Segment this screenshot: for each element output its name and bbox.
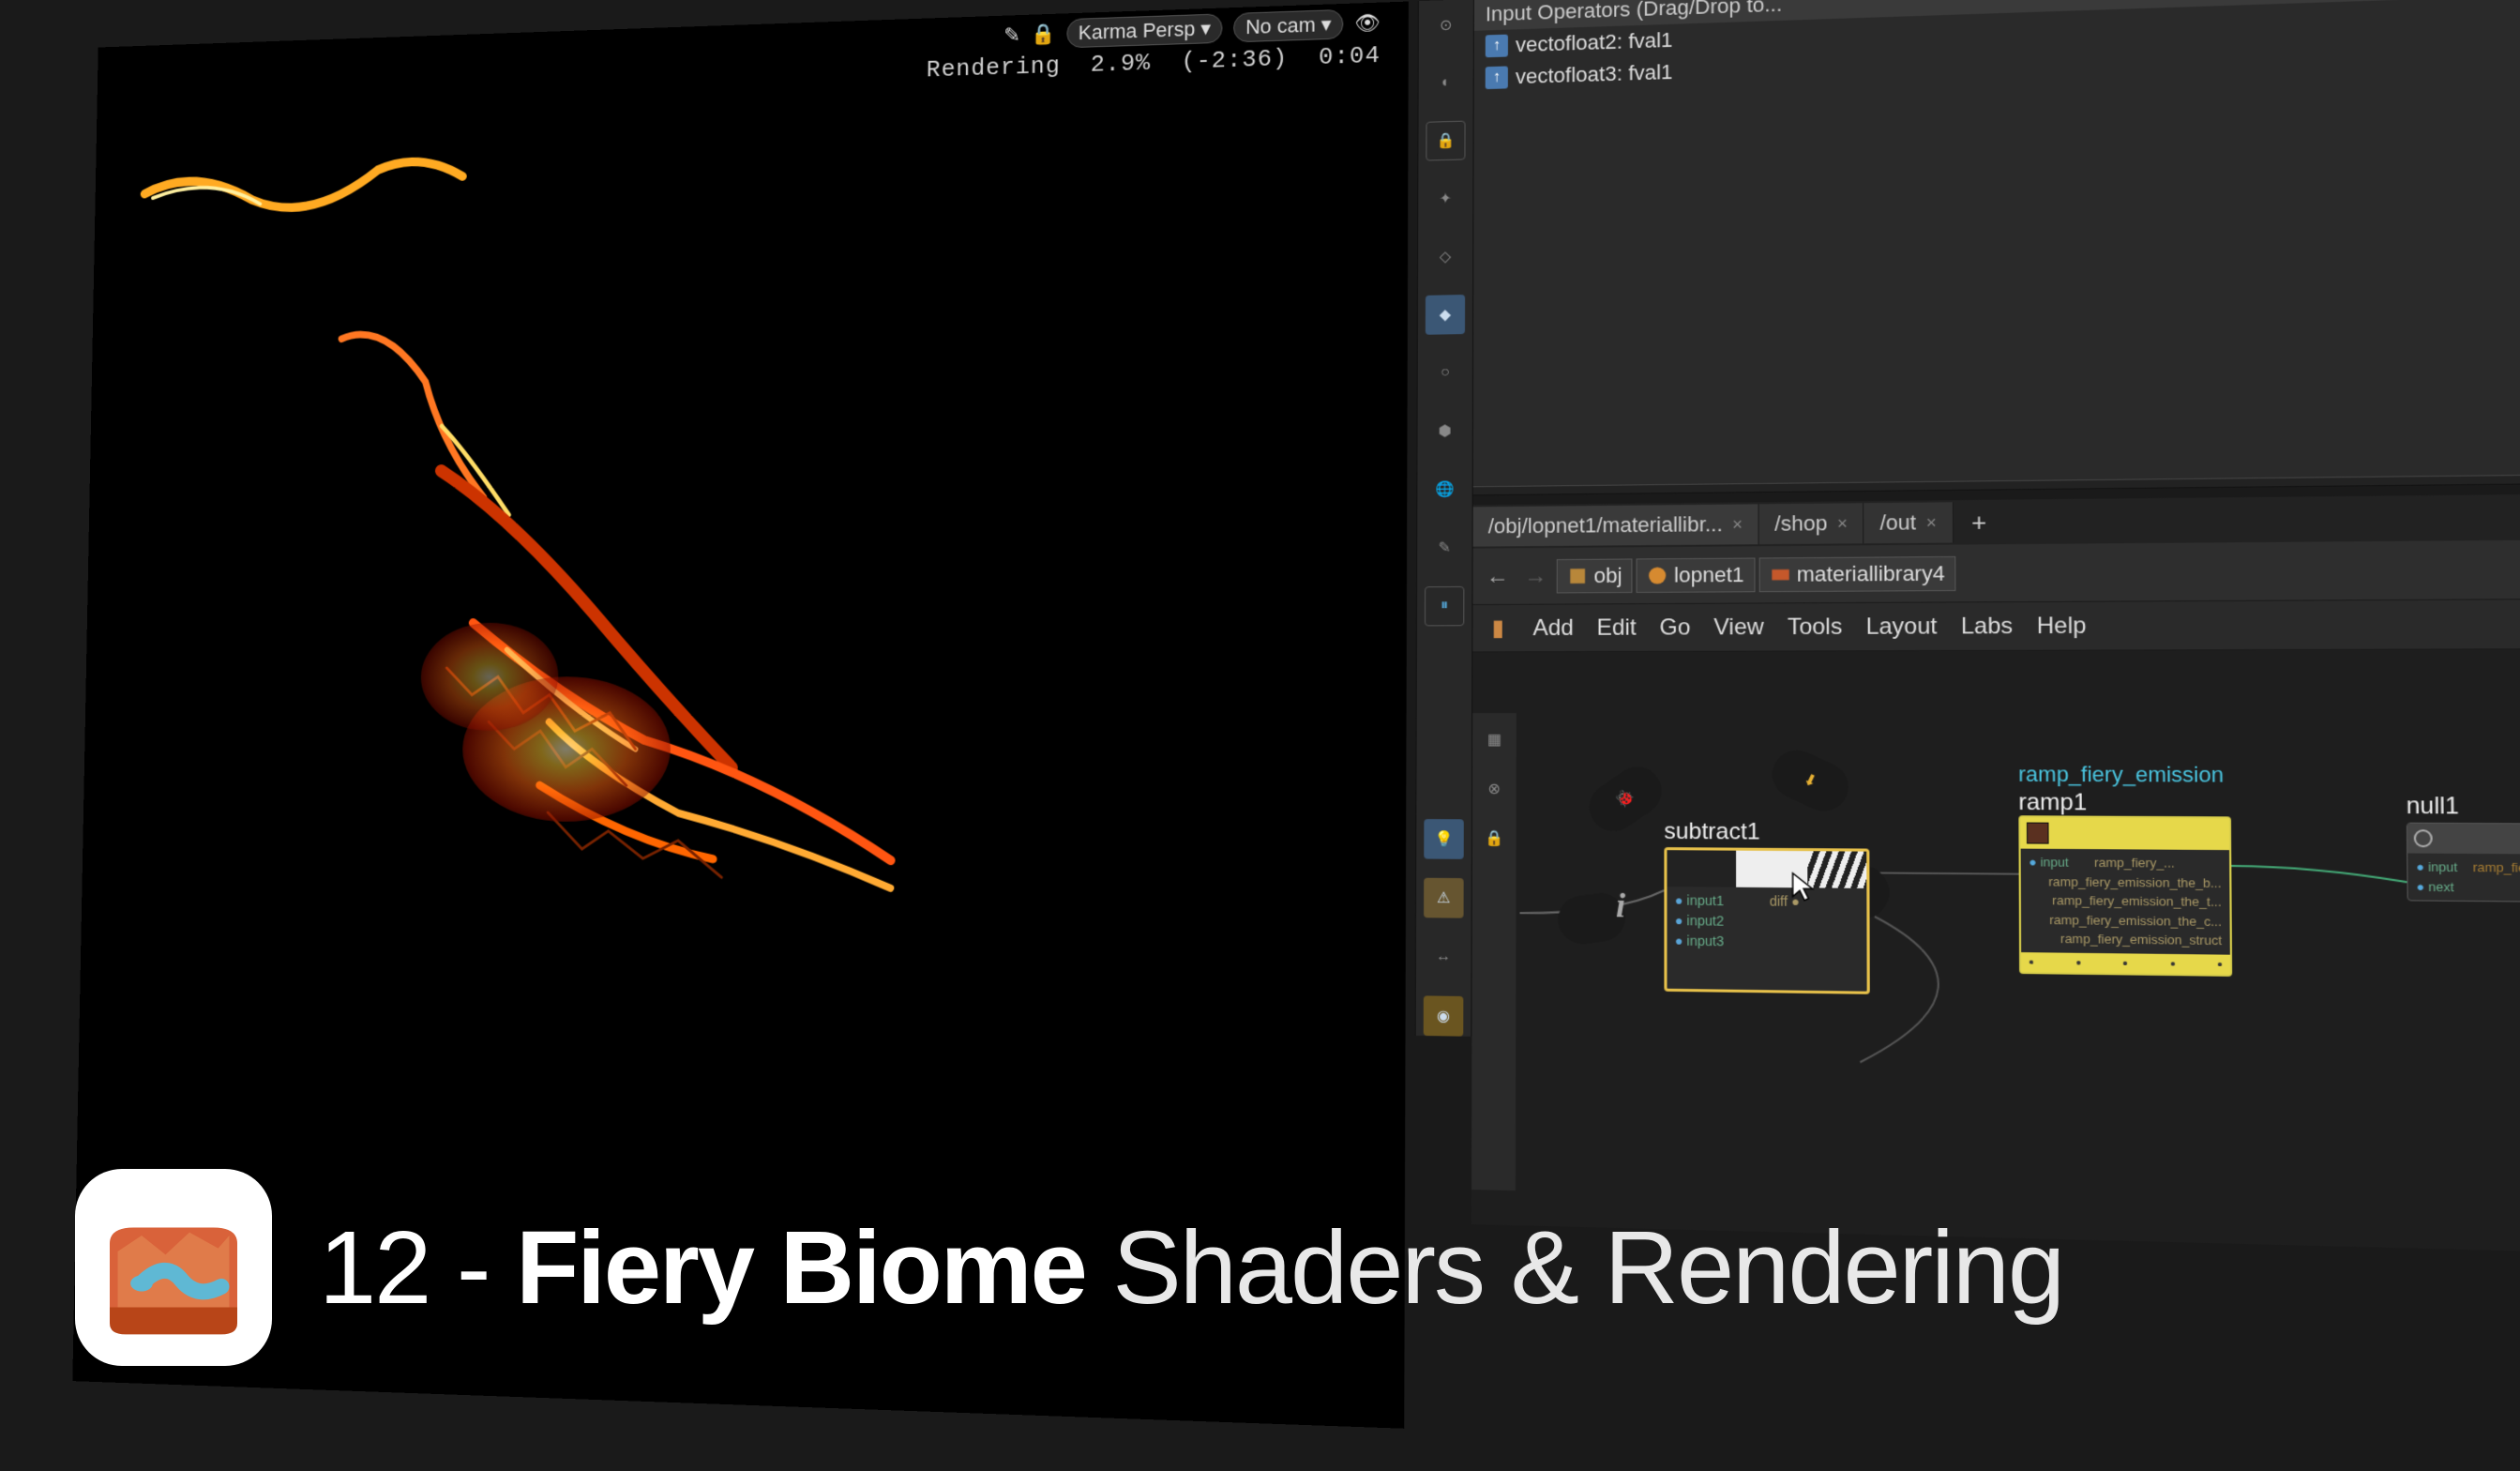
tab-out[interactable]: /out× xyxy=(1864,502,1954,543)
lock-panel-icon[interactable]: 🔒 xyxy=(1426,121,1465,161)
network-menu-bar: ▮ Add Edit Go View Tools Layout Labs Hel… xyxy=(1472,599,2520,652)
ramp-thumbnail-icon xyxy=(2027,823,2049,844)
tool-icon[interactable]: ◇ xyxy=(1426,236,1465,277)
panel-resize-handle[interactable] xyxy=(1473,474,2520,495)
menu-edit[interactable]: Edit xyxy=(1596,614,1636,642)
close-icon[interactable]: × xyxy=(1732,514,1743,534)
tool-icon[interactable]: ⬢ xyxy=(1425,411,1464,451)
network-left-toolbar: ▦ ⊗ 🔒 xyxy=(1471,713,1517,1190)
cam-selector[interactable]: No cam ▾ xyxy=(1233,9,1343,42)
node-footer xyxy=(2021,952,2230,975)
node-ports: ● input ramp_fiery_... ● next xyxy=(2407,854,2520,902)
node-header xyxy=(1667,850,1866,888)
camera-dropdown[interactable]: Karma Persp ▾ xyxy=(1066,13,1223,48)
ring-seg[interactable]: ⬇ xyxy=(1764,742,1856,819)
globe-icon[interactable]: 🌐 xyxy=(1425,469,1464,509)
node-label-subtract: subtract1 xyxy=(1664,818,1759,845)
input-operators-panel: Input Operators (Drag/Drop to... ↑ vecto… xyxy=(1473,0,2520,495)
menu-tools[interactable]: Tools xyxy=(1788,614,1843,641)
edit-icon[interactable]: ✎ xyxy=(1425,528,1464,569)
pause-icon[interactable]: ⏸ xyxy=(1425,586,1464,626)
sync-icon[interactable]: ↔ xyxy=(1424,937,1464,978)
info-icon[interactable]: i xyxy=(1616,886,1625,926)
pencil-icon[interactable]: ✎ xyxy=(1003,23,1020,48)
lock-icon[interactable]: 🔒 xyxy=(1031,22,1056,46)
node-title-ramp: ramp_fiery_emission xyxy=(2018,762,2224,788)
nav-back-button[interactable]: ← xyxy=(1481,559,1516,594)
node-ports: ● input1 diff ● ● input2 ● input3 xyxy=(1667,887,1866,957)
menu-layout[interactable]: Layout xyxy=(1865,613,1937,640)
menu-marker-icon: ▮ xyxy=(1492,614,1504,642)
breadcrumb-lopnet[interactable]: lopnet1 xyxy=(1637,557,1755,592)
arrow-up-icon: ↑ xyxy=(1486,35,1508,58)
close-icon[interactable]: × xyxy=(1837,513,1848,534)
node-null[interactable]: ● input ramp_fiery_... ● next xyxy=(2407,823,2520,903)
tool-icon[interactable]: ○ xyxy=(1426,353,1465,393)
menu-go[interactable]: Go xyxy=(1660,614,1691,642)
tool-icon[interactable]: ◐ xyxy=(1426,63,1466,103)
viewport-right-toolbar: ⊙ ◐ 🔒 ✦ ◇ ◆ ○ ⬢ 🌐 ✎ ⏸ 💡 ⚠ ↔ ◉ xyxy=(1415,0,1474,1037)
chevron-down-icon: ▾ xyxy=(1321,12,1332,37)
menu-help[interactable]: Help xyxy=(2037,613,2087,640)
menu-view[interactable]: View xyxy=(1713,614,1764,641)
node-ramp[interactable]: ● input ramp_fiery_... ramp_fiery_emissi… xyxy=(2018,815,2232,976)
node-label-ramp: ramp1 xyxy=(2018,789,2087,816)
add-tab-button[interactable]: + xyxy=(1963,507,1995,538)
network-tabs: /obj/lopnet1/materiallibr...× /shop× /ou… xyxy=(1473,493,2520,548)
node-header xyxy=(2020,817,2229,850)
snap-icon[interactable]: ◆ xyxy=(1426,295,1465,335)
breadcrumb-bar: ← → obj lopnet1 materiallibrary4 xyxy=(1472,539,2520,605)
bug-icon: 🐞 xyxy=(1612,786,1639,812)
arrow-down-icon: ⬇ xyxy=(1800,769,1820,792)
warn-icon[interactable]: ⚠ xyxy=(1424,878,1464,918)
breadcrumb-obj[interactable]: obj xyxy=(1557,558,1633,593)
tab-materiallib[interactable]: /obj/lopnet1/materiallibr...× xyxy=(1473,504,1759,546)
tool-icon[interactable]: ✦ xyxy=(1426,178,1465,219)
lava-render-image xyxy=(79,51,1041,1067)
light-icon[interactable]: 💡 xyxy=(1424,819,1464,859)
tab-shop[interactable]: /shop× xyxy=(1759,503,1864,544)
lock-icon[interactable]: 🔒 xyxy=(1479,823,1510,854)
chevron-down-icon: ▾ xyxy=(1200,17,1211,41)
close-icon[interactable]: × xyxy=(1926,512,1937,533)
tool-icon[interactable]: ◉ xyxy=(1424,995,1464,1036)
breadcrumb-materiallib[interactable]: materiallibrary4 xyxy=(1758,555,1955,591)
tool-icon[interactable]: ⊙ xyxy=(1426,5,1466,45)
menu-labs[interactable]: Labs xyxy=(1961,613,2013,640)
node-subtract[interactable]: ● input1 diff ● ● input2 ● input3 xyxy=(1664,847,1869,994)
null-icon xyxy=(2414,829,2433,847)
close-icon[interactable]: ⊗ xyxy=(1479,774,1510,805)
menu-add[interactable]: Add xyxy=(1532,614,1574,642)
eye-icon[interactable]: 👁 xyxy=(1354,10,1381,36)
node-ports: ● input ramp_fiery_... ramp_fiery_emissi… xyxy=(2021,849,2230,955)
arrow-up-icon: ↑ xyxy=(1486,66,1508,89)
render-viewport[interactable]: ✎ 🔒 Karma Persp ▾ No cam ▾ 👁 Rendering 2… xyxy=(72,2,1409,1429)
node-header xyxy=(2407,824,2520,855)
node-label-null: null1 xyxy=(2407,793,2460,821)
tool-icon[interactable]: ▦ xyxy=(1479,724,1510,754)
nav-forward-button[interactable]: → xyxy=(1518,559,1553,594)
